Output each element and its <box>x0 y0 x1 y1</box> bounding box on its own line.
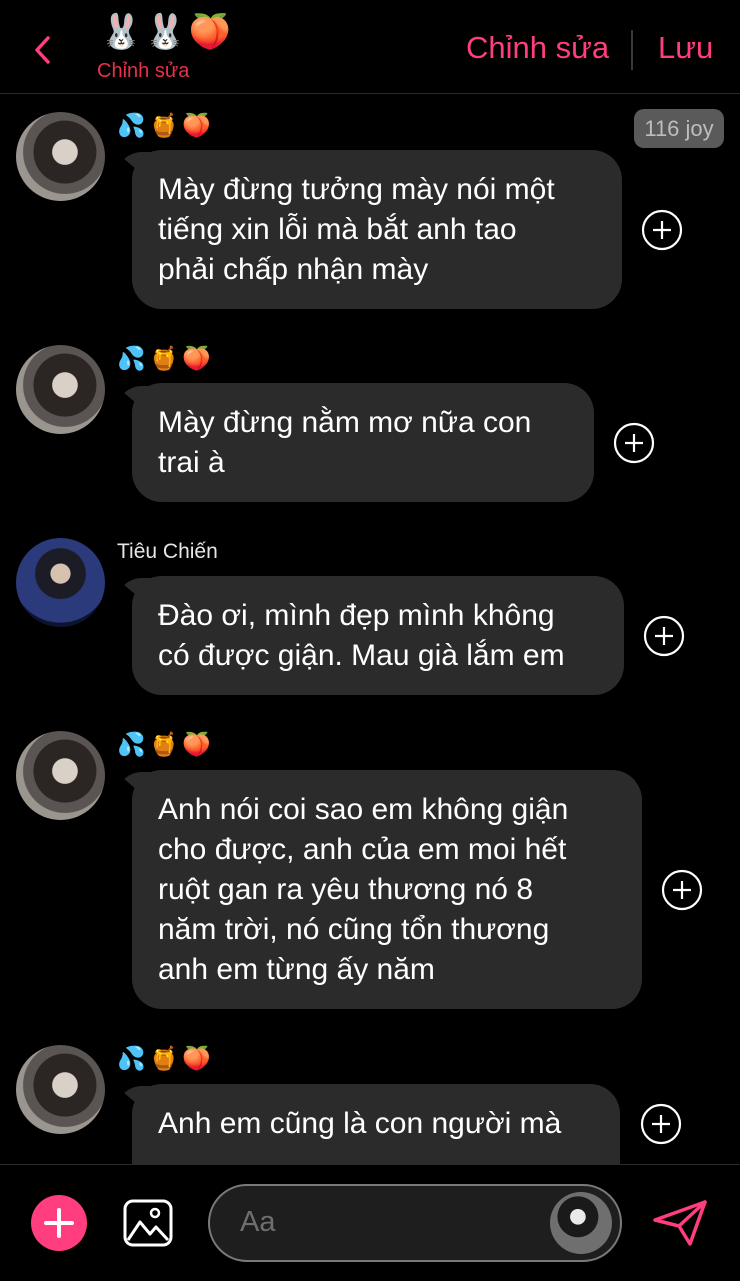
add-button[interactable] <box>31 1195 87 1251</box>
message-line: Mày đừng tưởng mày nói một <box>158 173 555 206</box>
sender-emoji: 💦🍯🍑 <box>117 346 215 372</box>
send-button[interactable] <box>652 1198 708 1248</box>
message-line: ruột gan ra yêu thương nó 8 <box>158 873 533 906</box>
sender-emoji: 💦🍯🍑 <box>117 732 215 758</box>
message-line: Anh em cũng là con người mà <box>158 1107 562 1140</box>
message-bubble[interactable]: Anh nói coi sao em không giận cho được, … <box>132 770 642 1009</box>
message-line: trai à <box>158 446 225 479</box>
plus-icon <box>44 1208 74 1238</box>
message-line: anh em từng ấy năm <box>158 953 435 986</box>
group-emoji-title: 🐰🐰🍑 <box>100 12 234 52</box>
add-reaction-icon[interactable] <box>640 1103 682 1145</box>
image-icon <box>123 1199 173 1247</box>
edit-button[interactable]: Chỉnh sửa <box>466 30 609 66</box>
save-button[interactable]: Lưu <box>658 30 713 66</box>
add-reaction-icon[interactable] <box>661 869 703 911</box>
sender-emoji: 💦🍯🍑 <box>117 1046 215 1072</box>
avatar[interactable] <box>16 112 105 201</box>
message-line: phải chấp nhận mày <box>158 253 429 286</box>
avatar[interactable] <box>16 538 105 627</box>
message-line: có được giận. Mau già lắm em <box>158 639 565 672</box>
sender-name: Tiêu Chiến <box>117 540 218 563</box>
message-line: Anh nói coi sao em không giận <box>158 793 569 826</box>
message-bubble[interactable]: Đào ơi, mình đẹp mình không có được giận… <box>132 576 624 695</box>
message-line: Mày đừng nằm mơ nữa con <box>158 406 532 439</box>
message-input[interactable]: Aa <box>208 1184 622 1262</box>
joy-badge: 116 joy <box>634 109 724 148</box>
group-subtitle: Chỉnh sửa <box>97 60 190 82</box>
avatar[interactable] <box>16 345 105 434</box>
add-reaction-icon[interactable] <box>643 615 685 657</box>
message-bubble[interactable]: Mày đừng nằm mơ nữa con trai à <box>132 383 594 502</box>
avatar[interactable] <box>16 731 105 820</box>
header: 🐰🐰🍑 Chỉnh sửa Chỉnh sửa Lưu <box>0 0 740 94</box>
chevron-left-icon <box>35 36 50 64</box>
image-button[interactable] <box>122 1198 174 1248</box>
back-button[interactable] <box>28 30 58 70</box>
message-bubble[interactable]: Anh em cũng là con người mà <box>132 1084 620 1164</box>
sender-emoji: 💦🍯🍑 <box>117 113 215 139</box>
header-divider <box>631 30 633 70</box>
add-reaction-icon[interactable] <box>613 422 655 464</box>
avatar[interactable] <box>16 1045 105 1134</box>
message-input-placeholder: Aa <box>240 1206 276 1238</box>
message-line: cho được, anh của em moi hết <box>158 833 567 866</box>
add-reaction-icon[interactable] <box>641 209 683 251</box>
message-line: năm trời, nó cũng tổn thương <box>158 913 550 946</box>
message-line: tiếng xin lỗi mà bắt anh tao <box>158 213 517 246</box>
avatar[interactable] <box>550 1192 612 1254</box>
message-bubble[interactable]: Mày đừng tưởng mày nói một tiếng xin lỗi… <box>132 150 622 309</box>
message-line: Đào ơi, mình đẹp mình không <box>158 599 555 632</box>
send-icon <box>653 1200 707 1246</box>
